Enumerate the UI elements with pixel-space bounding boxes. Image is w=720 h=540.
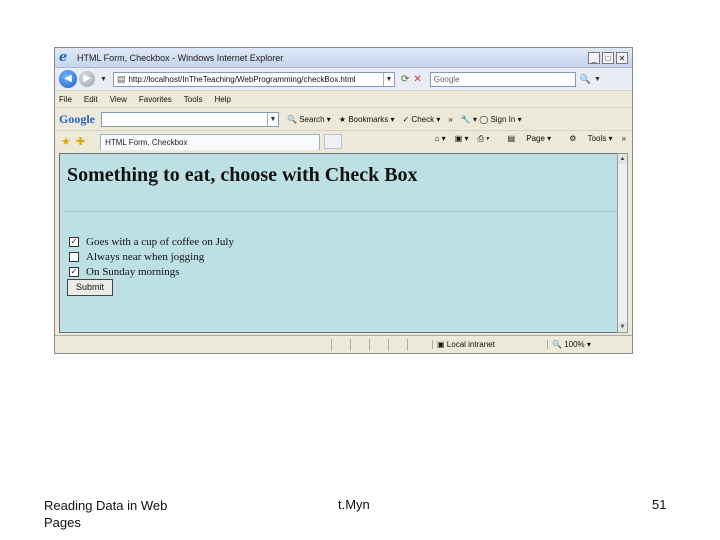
signin-button[interactable]: 🔧 ▾ ◯ Sign In ▾ [461,115,522,124]
minimize-button[interactable]: _ [588,51,600,64]
status-segment [388,338,407,351]
status-bar: ▣ Local intranet 🔍 100% ▾ [55,335,632,353]
home-icon[interactable]: ⌂ ▾ [435,134,446,144]
tools-menu-label: Tools [587,134,607,143]
slide-page-number: 51 [652,497,667,512]
menu-file[interactable]: File [59,95,72,104]
security-zone[interactable]: ▣ Local intranet [432,340,537,349]
check-label: Check [411,114,435,124]
user-circle-icon: ◯ [479,114,489,124]
status-segment [331,338,350,351]
back-button[interactable]: ◀ [59,70,77,88]
signin-label: Sign In [490,114,516,124]
google-search-button[interactable]: 🔍 Search ▾ [287,115,331,124]
intranet-icon: ▣ [437,340,445,349]
zoom-icon: 🔍 [552,340,562,349]
google-search-dropdown-icon[interactable]: ▼ [267,112,278,126]
checkbox-label-jogging: Always near when jogging [86,251,205,263]
google-logo: Google [59,111,95,126]
checkbox-coffee[interactable]: ✓ [69,237,79,247]
more-commands-icon[interactable]: » [622,134,626,144]
vertical-scrollbar[interactable]: ▲ ▼ [617,153,628,333]
internet-explorer-icon: e [59,49,68,65]
status-segment [350,338,369,351]
close-button[interactable]: ✕ [616,51,628,64]
command-bar: ⌂ ▾ ▣ ▾ ⎙ ▾ ▤ Page ▾ ⚙ Tools ▾ » [426,134,626,144]
search-options-icon[interactable]: ▼ [594,76,601,83]
horizontal-rule [64,211,617,212]
slide-footer-title: Reading Data in Web Pages [44,498,168,530]
stop-icon[interactable]: ✕ [413,74,421,85]
print-icon[interactable]: ⎙ ▾ [477,134,489,144]
submit-button[interactable]: Submit [67,279,113,296]
refresh-icon[interactable]: ⟳ [401,74,409,85]
menu-help[interactable]: Help [214,95,230,104]
new-tab-button[interactable] [324,134,343,149]
menu-edit[interactable]: Edit [84,95,98,104]
status-segment [407,338,426,351]
checkbox-row-coffee: ✓ Goes with a cup of coffee on July [69,236,234,248]
feeds-icon[interactable]: ▣ ▾ [455,134,469,144]
spellcheck-icon: ✓ [402,114,410,124]
page-title: Something to eat, choose with Check Box [67,164,418,186]
zoom-level[interactable]: 🔍 100% ▾ [547,340,591,349]
maximize-button[interactable]: □ [602,51,614,64]
checkbox-label-coffee: Goes with a cup of coffee on July [86,236,234,248]
window-title: HTML Form, Checkbox - Windows Internet E… [77,52,284,63]
bookmarks-label: Bookmarks [348,114,389,124]
google-search-label: Search [299,114,325,124]
page-menu-icon: ▤ [507,134,516,143]
checkbox-sunday[interactable]: ✓ [69,267,79,277]
browser-window: e HTML Form, Checkbox - Windows Internet… [54,47,633,354]
checkbox-label-sunday: On Sunday mornings [86,266,180,278]
checkbox-row-sunday: ✓ On Sunday mornings [69,266,180,278]
add-favorites-icon[interactable]: ✚ [76,135,85,148]
google-toolbar: Google ▼ 🔍 Search ▾ ★ Bookmarks ▾ ✓ Chec… [55,107,632,130]
menu-favorites[interactable]: Favorites [139,95,172,104]
star-icon: ★ [338,114,346,124]
zoom-level-label: 100% [564,340,585,349]
security-zone-label: Local intranet [446,340,495,349]
forward-button[interactable]: ▶ [79,71,95,87]
checkbox-jogging[interactable] [69,252,79,262]
address-field[interactable]: ▤ http://localhost/InTheTeaching/WebProg… [112,71,395,87]
slide-footer-author: t.Myn [338,497,370,512]
search-input[interactable]: Google [429,71,576,87]
magnifier-icon: 🔍 [287,114,297,124]
more-chevron-icon[interactable]: » [448,115,452,124]
page-content: Something to eat, choose with Check Box … [59,153,622,333]
title-bar: e HTML Form, Checkbox - Windows Internet… [55,48,632,68]
google-search-input[interactable]: ▼ [101,111,279,127]
page-menu[interactable]: ▤ Page ▾ [498,134,551,144]
tools-menu[interactable]: ⚙ Tools ▾ [560,134,612,144]
status-segment [369,338,388,351]
address-url: http://localhost/InTheTeaching/WebProgra… [128,74,356,84]
menu-bar: File Edit View Favorites Tools Help [55,90,632,107]
menu-view[interactable]: View [110,95,127,104]
scroll-up-icon[interactable]: ▲ [618,154,627,164]
page-menu-label: Page [526,134,545,143]
menu-tools[interactable]: Tools [184,95,203,104]
history-dropdown-icon[interactable]: ▼ [100,76,107,83]
wrench-icon: 🔧 [460,114,471,124]
address-dropdown-icon[interactable]: ▼ [382,72,394,86]
checkbox-row-jogging: Always near when jogging [69,251,204,263]
favorites-star-icon[interactable]: ★ [61,135,71,148]
bookmarks-button[interactable]: ★ Bookmarks ▾ [339,115,395,124]
search-icon[interactable]: 🔍 [580,74,591,85]
page-icon: ▤ [116,73,126,84]
address-bar-row: ◀ ▶ ▼ ▤ http://localhost/InTheTeaching/W… [55,68,632,90]
scroll-down-icon[interactable]: ▼ [618,322,627,332]
gear-icon: ⚙ [569,134,577,143]
tab-bar: ★ ✚ HTML Form, Checkbox ⌂ ▾ ▣ ▾ ⎙ ▾ ▤ Pa… [55,130,632,152]
tab-html-form-checkbox[interactable]: HTML Form, Checkbox [100,133,321,150]
check-button[interactable]: ✓ Check ▾ [402,115,440,124]
